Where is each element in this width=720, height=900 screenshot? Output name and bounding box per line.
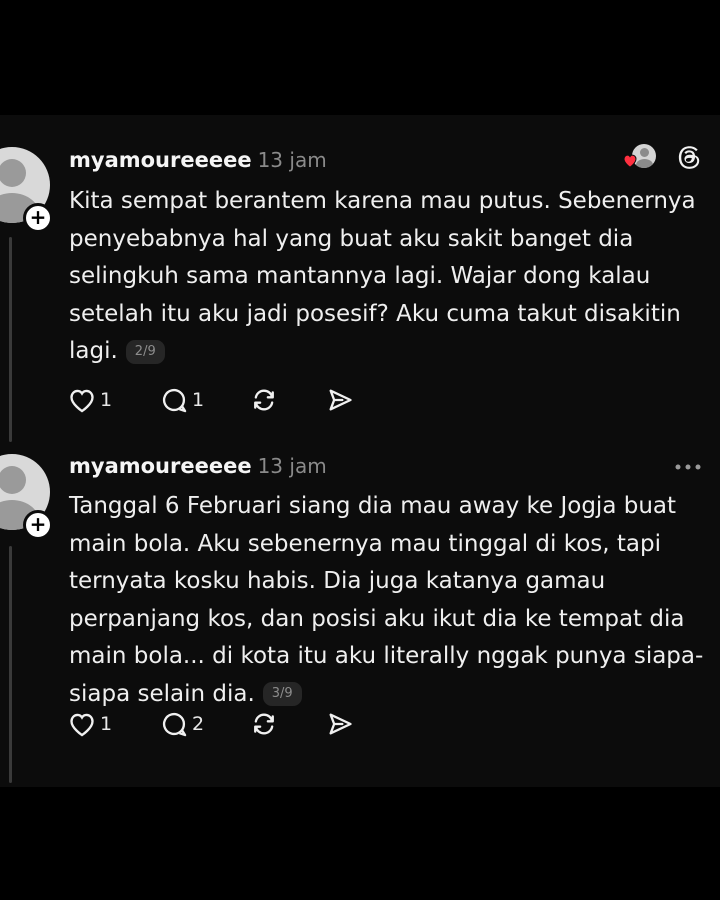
repost-button[interactable]: [250, 385, 278, 415]
follow-plus-icon[interactable]: +: [23, 510, 53, 540]
send-icon: [329, 389, 352, 411]
speech-bubble-icon: [162, 389, 187, 413]
username[interactable]: myamoureeeee: [69, 148, 252, 172]
share-button[interactable]: [326, 385, 354, 415]
page-badge: 3/9: [262, 682, 302, 706]
heart-outline-icon: [70, 713, 94, 737]
post-time: 13 jam: [257, 454, 327, 478]
like-count: 1: [100, 713, 113, 735]
post-body: Tanggal 6 Februari siang dia mau away ke…: [69, 493, 704, 707]
like-button[interactable]: 1: [68, 709, 112, 739]
liked-by-avatar[interactable]: [622, 144, 656, 170]
threads-logo-icon[interactable]: [676, 143, 702, 171]
post-meta: myamoureeeee 13 jam: [69, 454, 327, 478]
post-text: Tanggal 6 Februari siang dia mau away ke…: [69, 488, 709, 713]
thread-line: [9, 546, 12, 783]
post-body: Kita sempat berantem karena mau putus. S…: [69, 188, 696, 364]
post-text: Kita sempat berantem karena mau putus. S…: [69, 183, 709, 371]
reply-count: 1: [192, 389, 205, 411]
send-icon: [329, 713, 352, 735]
repost-arrows-icon: [254, 713, 274, 735]
reply-button[interactable]: 2: [160, 709, 204, 739]
page-badge: 2/9: [125, 339, 165, 364]
thread-line: [9, 237, 12, 442]
repost-arrows-icon: [254, 389, 274, 411]
like-button[interactable]: 1: [68, 385, 112, 415]
share-button[interactable]: [326, 709, 354, 739]
more-dots-icon[interactable]: [674, 463, 702, 471]
threads-panel: + myamoureeeee 13 jam Kita sempat berante…: [0, 115, 720, 787]
thread-post: + myamoureeeee 13 jam Tanggal 6 Februari …: [0, 451, 720, 787]
like-count: 1: [100, 389, 113, 411]
post-time: 13 jam: [257, 148, 327, 172]
liked-heart-icon: [623, 154, 637, 168]
username[interactable]: myamoureeeee: [69, 454, 252, 478]
post-top-right: [622, 143, 702, 171]
follow-plus-icon[interactable]: +: [23, 203, 53, 233]
repost-button[interactable]: [250, 709, 278, 739]
post-meta: myamoureeeee 13 jam: [69, 148, 327, 172]
reply-button[interactable]: 1: [160, 385, 204, 415]
thread-post: + myamoureeeee 13 jam Kita sempat berante…: [0, 115, 720, 455]
speech-bubble-icon: [162, 713, 187, 737]
reply-count: 2: [192, 713, 205, 735]
heart-outline-icon: [70, 389, 94, 413]
